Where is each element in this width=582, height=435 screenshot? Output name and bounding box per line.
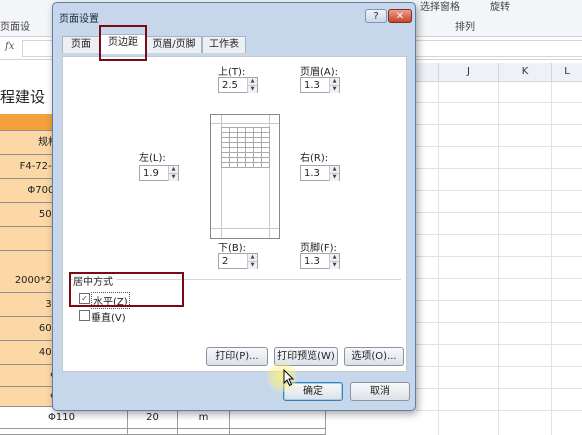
grid-line	[416, 124, 582, 125]
grid-line	[416, 146, 582, 147]
table-cell[interactable]: 400	[0, 341, 60, 365]
left-margin-value[interactable]: 1.9	[143, 168, 159, 179]
bottom-margin-label: 下(B):	[218, 243, 247, 254]
bottom-margin-value[interactable]: 2	[222, 256, 228, 267]
fx-icon: fx	[5, 41, 15, 52]
table-cell[interactable]: 30	[0, 293, 60, 317]
grid-line	[416, 102, 582, 103]
page-preview	[210, 114, 280, 239]
table-cell[interactable]: 规格	[0, 131, 60, 155]
spin-up-icon[interactable]: ▲	[247, 78, 257, 85]
grid-line	[438, 82, 439, 435]
options-button[interactable]: 选项(O)...	[344, 347, 404, 366]
column-header-j[interactable]: J	[439, 63, 499, 82]
spin-up-icon[interactable]: ▲	[168, 166, 178, 173]
top-margin-spinner[interactable]: 2.5 ▲ ▼	[218, 77, 258, 93]
grid-line	[498, 82, 499, 435]
left-margin-label: 左(L):	[139, 153, 166, 164]
margin-line	[211, 228, 279, 229]
spin-down-icon[interactable]: ▼	[247, 261, 257, 269]
preview-grid	[221, 127, 270, 168]
grid-line	[416, 322, 582, 323]
mouse-cursor-icon	[283, 369, 295, 387]
ribbon-rotate-button[interactable]: 旋转	[490, 0, 510, 13]
ribbon-group-page-setup: 页面设	[0, 22, 30, 33]
spin-down-icon[interactable]: ▼	[168, 173, 178, 181]
table-cell[interactable]	[128, 429, 178, 435]
table-cell[interactable]: 500	[0, 203, 60, 227]
table-header-cell[interactable]	[0, 114, 60, 131]
table-cell[interactable]: Φ	[0, 387, 60, 407]
vertical-checkbox[interactable]	[79, 310, 90, 321]
bottom-margin-spinner[interactable]: 2 ▲ ▼	[218, 253, 258, 269]
grid-line	[416, 278, 582, 279]
spin-down-icon[interactable]: ▼	[329, 173, 339, 181]
grid-line	[416, 300, 582, 301]
right-margin-label: 右(R):	[300, 153, 329, 164]
table-cell[interactable]	[178, 429, 230, 435]
header-margin-spinner[interactable]: 1.3 ▲ ▼	[300, 77, 340, 93]
top-margin-label: 上(T):	[218, 67, 246, 78]
grid-line	[416, 212, 582, 213]
highlight-box-tab	[99, 25, 147, 61]
header-margin-label: 页眉(A):	[300, 67, 339, 78]
vertical-label[interactable]: 垂直(V)	[91, 309, 126, 324]
grid-line	[416, 344, 582, 345]
right-margin-value[interactable]: 1.3	[304, 168, 320, 179]
grid-line	[416, 366, 582, 367]
page-setup-dialog: 页面设置 ? ✕ 页面 页边距 页眉/页脚 工作表 上(T): 2.5 ▲ ▼ 页…	[52, 2, 416, 411]
table-cell[interactable]	[0, 227, 60, 251]
spin-down-icon[interactable]: ▼	[247, 85, 257, 93]
table-cell[interactable]: Φ	[0, 365, 60, 387]
print-button[interactable]: 打印(P)...	[206, 347, 268, 366]
cancel-button[interactable]: 取消	[350, 382, 410, 401]
help-button[interactable]: ?	[365, 9, 387, 23]
table-cell[interactable]: 600	[0, 317, 60, 341]
spin-up-icon[interactable]: ▲	[329, 78, 339, 85]
footer-margin-label: 页脚(F):	[300, 243, 337, 254]
footer-margin-spinner[interactable]: 1.3 ▲ ▼	[300, 253, 340, 269]
grid-line	[416, 410, 582, 411]
grid-line	[416, 234, 582, 235]
header-margin-value[interactable]: 1.3	[304, 80, 320, 91]
spin-down-icon[interactable]: ▼	[329, 85, 339, 93]
table-cell[interactable]	[230, 429, 326, 435]
spin-up-icon[interactable]: ▲	[247, 254, 257, 261]
column-header-i[interactable]	[416, 63, 439, 82]
tab-header-footer[interactable]: 页眉/页脚	[146, 36, 202, 53]
table-cell[interactable]: 2000*20	[0, 269, 60, 293]
spin-up-icon[interactable]: ▲	[329, 254, 339, 261]
right-margin-spinner[interactable]: 1.3 ▲ ▼	[300, 165, 340, 181]
grid-line	[416, 190, 582, 191]
ribbon-pane-button[interactable]: 选择窗格	[420, 0, 460, 13]
sheet-title-cell: 程建设	[0, 88, 46, 106]
spin-up-icon[interactable]: ▲	[329, 166, 339, 173]
column-header-k[interactable]: K	[499, 63, 552, 82]
highlight-box-centering	[69, 272, 184, 307]
tab-sheet[interactable]: 工作表	[202, 36, 246, 53]
footer-margin-value[interactable]: 1.3	[304, 256, 320, 267]
grid-line	[551, 82, 552, 435]
highlight-corner	[69, 272, 71, 274]
table-cell[interactable]	[0, 429, 128, 435]
grid-line	[416, 388, 582, 389]
grid-line	[416, 256, 582, 257]
close-button[interactable]: ✕	[388, 9, 412, 23]
dialog-title: 页面设置	[59, 14, 99, 25]
left-margin-spinner[interactable]: 1.9 ▲ ▼	[139, 165, 179, 181]
grid-line	[416, 168, 582, 169]
top-margin-value[interactable]: 2.5	[222, 80, 238, 91]
table-cell[interactable]: Φ700-	[0, 179, 60, 203]
column-header-l[interactable]: L	[552, 63, 582, 82]
margins-panel: 上(T): 2.5 ▲ ▼ 页眉(A): 1.3 ▲ ▼ 左(L): 1.9 ▲ ▼ …	[62, 56, 407, 372]
ribbon-group-arrange: 排列	[455, 22, 475, 33]
table-cell[interactable]: F4-72-7	[0, 155, 60, 179]
spin-down-icon[interactable]: ▼	[329, 261, 339, 269]
tab-page[interactable]: 页面	[62, 36, 100, 53]
margin-line	[211, 123, 279, 124]
